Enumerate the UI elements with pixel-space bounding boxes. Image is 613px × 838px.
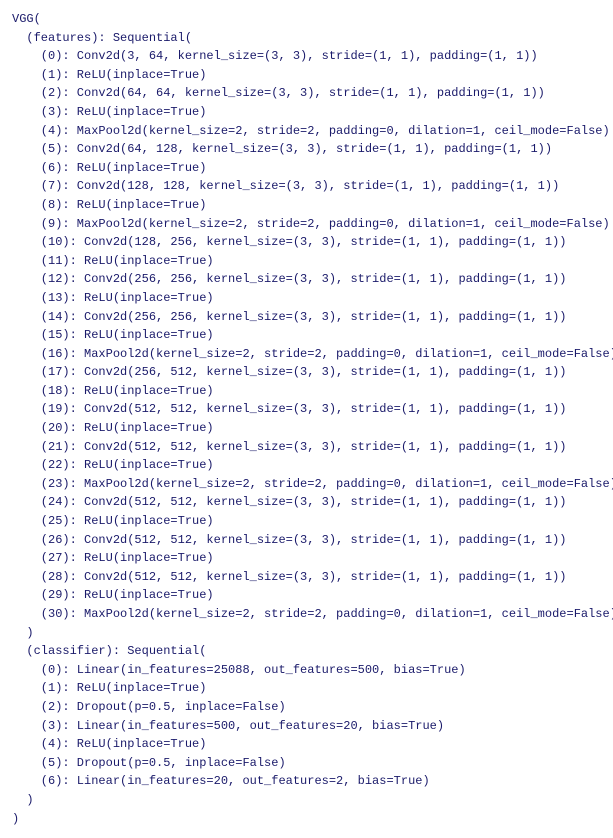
model-repr-block: VGG( (features): Sequential( (0): Conv2d… [0,0,613,838]
